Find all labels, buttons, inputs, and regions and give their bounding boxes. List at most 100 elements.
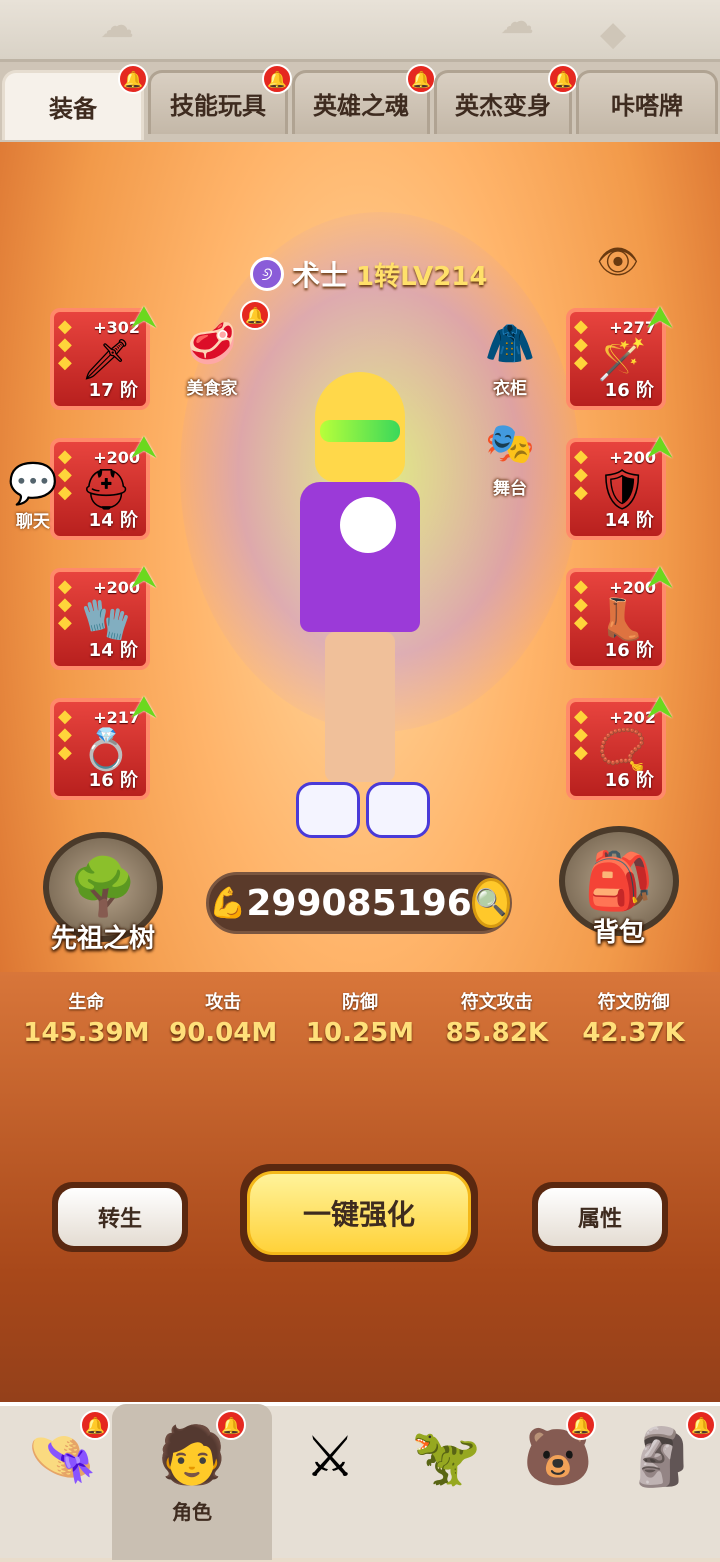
stat-label: 生命 bbox=[68, 992, 105, 1013]
eye-icon[interactable]: 👁 bbox=[590, 242, 646, 282]
notification-bell-icon: 🔔 bbox=[216, 1410, 246, 1440]
stat-label: 符文攻击 bbox=[460, 992, 533, 1013]
star-rank-icon: ◆ ◆ ◆ bbox=[58, 576, 72, 633]
star-rank-icon: ◆ ◆ ◆ bbox=[574, 446, 588, 503]
wardrobe-shortcut[interactable]: 🧥 衣柜 bbox=[478, 314, 542, 399]
stat-rune-defense: 符文防御 42.37K bbox=[569, 988, 699, 1058]
star-rank-icon: ◆ ◆ ◆ bbox=[58, 446, 72, 503]
slot-tier: 14 阶 bbox=[88, 510, 138, 531]
slot-tier: 17 阶 bbox=[88, 380, 138, 401]
hero-shoe bbox=[296, 782, 360, 838]
tab-click-cards[interactable]: 咔嗒牌 bbox=[576, 70, 718, 134]
stat-value: 145.39M bbox=[23, 1018, 150, 1048]
tab-label: 技能玩具 bbox=[170, 92, 266, 120]
stat-label: 符文防御 bbox=[597, 992, 670, 1013]
upgrade-arrow-icon: ⮝ bbox=[132, 560, 156, 593]
notification-bell-icon: 🔔 bbox=[548, 64, 578, 94]
notification-bell-icon: 🔔 bbox=[262, 64, 292, 94]
rebirth-label: 转生 bbox=[58, 1188, 182, 1246]
top-banner: ☁ ☁ ◆ bbox=[0, 0, 720, 62]
one-click-enhance-button[interactable]: 一键强化 bbox=[240, 1164, 478, 1262]
ancestor-tree-label: 先祖之树 bbox=[50, 924, 155, 954]
wardrobe-label: 衣柜 bbox=[493, 379, 527, 399]
one-click-enhance-label: 一键强化 bbox=[247, 1171, 471, 1255]
stat-value: 85.82K bbox=[445, 1018, 548, 1048]
hero-shoe bbox=[366, 782, 430, 838]
dino-icon: 🦖 bbox=[411, 1425, 481, 1490]
stat-value: 90.04M bbox=[169, 1018, 278, 1048]
slot-tier: 16 阶 bbox=[604, 380, 654, 401]
stage-shortcut[interactable]: 🎭 舞台 bbox=[478, 414, 542, 499]
stat-hp: 生命 145.39M bbox=[21, 988, 151, 1058]
upgrade-arrow-icon: ⮝ bbox=[132, 430, 156, 463]
stat-attack: 攻击 90.04M bbox=[158, 988, 288, 1058]
slot-tier: 14 阶 bbox=[604, 510, 654, 531]
hero-shirt-print bbox=[340, 497, 396, 553]
notification-bell-icon: 🔔 bbox=[566, 1410, 596, 1440]
stat-rune-attack: 符文攻击 85.82K bbox=[432, 988, 562, 1058]
class-name: 术士 bbox=[292, 259, 349, 292]
class-level: 1转LV214 bbox=[356, 261, 488, 292]
tab-label: 装备 bbox=[49, 95, 97, 123]
notification-bell-icon: 🔔 bbox=[118, 64, 148, 94]
notification-bell-icon: 🔔 bbox=[80, 1410, 110, 1440]
upgrade-arrow-icon: ⮝ bbox=[648, 430, 672, 463]
flexed-arm-icon: 💪 bbox=[209, 885, 247, 921]
nav-label: 角色 bbox=[172, 1500, 212, 1524]
search-icon[interactable]: 🔍 bbox=[471, 878, 511, 928]
swirl-deco-icon: ☁ bbox=[100, 6, 134, 46]
stage-label: 舞台 bbox=[493, 479, 527, 499]
gourmet-label: 美食家 bbox=[186, 379, 238, 399]
combat-power-value: 299085196 bbox=[246, 882, 472, 924]
star-rank-icon: ◆ ◆ ◆ bbox=[574, 316, 588, 373]
stat-label: 攻击 bbox=[205, 992, 242, 1013]
nav-item-pet[interactable]: 🦖 bbox=[388, 1406, 504, 1562]
bottom-nav: 👒 🔔 🧑 角色 🔔 ⚔ 🦖 🐻 🔔 🗿 🔔 bbox=[0, 1402, 720, 1560]
class-line: ୬ 术士 1转LV214 bbox=[250, 254, 488, 294]
stat-label: 防御 bbox=[341, 992, 378, 1013]
tab-label: 咔嗒牌 bbox=[611, 92, 683, 120]
food-basket-icon: 🥩 bbox=[187, 321, 237, 367]
tab-label: 英杰变身 bbox=[455, 92, 551, 120]
hero-visor bbox=[320, 420, 400, 442]
nav-item-character[interactable]: 🧑 角色 bbox=[112, 1404, 272, 1560]
notification-bell-icon: 🔔 bbox=[686, 1410, 716, 1440]
chat-shortcut[interactable]: 💬 聊天 bbox=[8, 460, 58, 532]
slot-tier: 16 阶 bbox=[604, 640, 654, 661]
wardrobe-icon: 🧥 bbox=[485, 321, 535, 367]
star-rank-icon: ◆ ◆ ◆ bbox=[574, 576, 588, 633]
slot-tier: 14 阶 bbox=[88, 640, 138, 661]
attributes-button[interactable]: 属性 bbox=[532, 1182, 668, 1252]
bear-icon: 🐻 bbox=[523, 1425, 593, 1490]
nav-item-guild[interactable]: 🐻 bbox=[500, 1406, 616, 1562]
stat-value: 42.37K bbox=[582, 1018, 685, 1048]
nav-item-battle[interactable]: ⚔ bbox=[272, 1406, 388, 1562]
backpack-label: 背包 bbox=[592, 918, 645, 948]
hero-legs bbox=[325, 632, 395, 782]
star-rank-icon: ◆ ◆ ◆ bbox=[574, 706, 588, 763]
character-stage: ୬ 术士 1转LV214 👁 ◆ ◆ ◆ +302 🗡 17 阶 ⮝ ◆ ◆ ◆ +20… bbox=[0, 142, 720, 1402]
upgrade-arrow-icon: ⮝ bbox=[648, 560, 672, 593]
stat-defense: 防御 10.25M bbox=[295, 988, 425, 1058]
hero-character[interactable] bbox=[270, 362, 450, 862]
chat-label: 聊天 bbox=[15, 512, 50, 532]
tab-label: 英雄之魂 bbox=[313, 92, 409, 120]
swirl-deco-icon: ◆ bbox=[600, 14, 627, 54]
star-rank-icon: ◆ ◆ ◆ bbox=[58, 706, 72, 763]
ancestor-tree-button[interactable]: 🌳 先祖之树 bbox=[38, 832, 168, 972]
stage-icon: 🎭 bbox=[485, 421, 535, 467]
swirl-deco-icon: ☁ bbox=[500, 2, 534, 42]
notification-bell-icon: 🔔 bbox=[406, 64, 436, 94]
upgrade-arrow-icon: ⮝ bbox=[648, 690, 672, 723]
rebirth-button[interactable]: 转生 bbox=[52, 1182, 188, 1252]
star-rank-icon: ◆ ◆ ◆ bbox=[58, 316, 72, 373]
upgrade-arrow-icon: ⮝ bbox=[132, 690, 156, 723]
backpack-button[interactable]: 🎒 背包 bbox=[554, 826, 684, 966]
sword-shield-icon: ⚔ bbox=[304, 1425, 356, 1490]
warlock-class-icon: ୬ bbox=[250, 257, 284, 291]
gourmet-shortcut[interactable]: 🥩 美食家 bbox=[180, 314, 244, 399]
equipment-tabs: 装备 🔔 技能玩具 🔔 英雄之魂 🔔 英杰变身 🔔 咔嗒牌 bbox=[0, 62, 720, 142]
character-icon: 🧑 bbox=[157, 1423, 227, 1488]
slot-tier: 16 阶 bbox=[604, 770, 654, 791]
stat-value: 10.25M bbox=[305, 1018, 415, 1048]
